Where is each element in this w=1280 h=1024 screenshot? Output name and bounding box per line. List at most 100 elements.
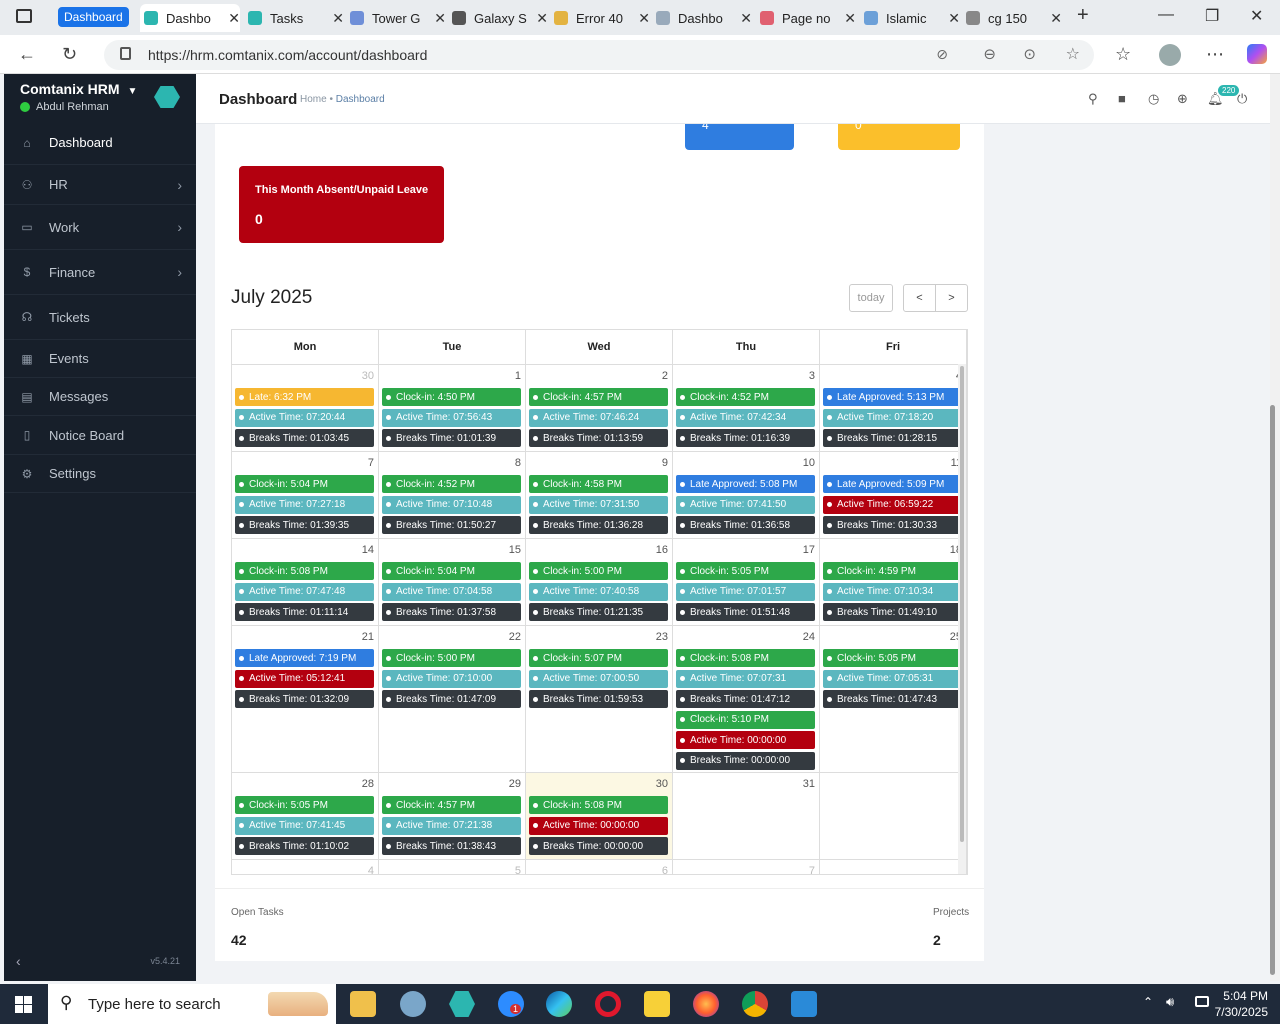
calendar-event-clock[interactable]: Clock-in: 5:08 PM [676,649,815,667]
calendar-event-red[interactable]: Active Time: 05:12:41 [235,669,374,688]
calendar-event-red[interactable]: Active Time: 06:59:22 [823,495,962,514]
calendar-event-active[interactable]: Active Time: 07:20:44 [235,408,374,427]
calendar-day-cell[interactable]: 30 Late: 6:32 PM Active Time: 07:20:44 Brea… [232,365,379,452]
paint-icon[interactable] [400,991,426,1017]
tab-0[interactable]: Dashbo ✕ [140,4,240,32]
calendar-event-active[interactable]: Active Time: 07:01:57 [676,582,815,601]
calendar-event-approved[interactable]: Late Approved: 7:19 PM [235,649,374,667]
zoom-icon[interactable]: ⊖ [983,45,996,63]
search-icon[interactable]: ⚲ [1088,91,1098,107]
calendar-scroll-thumb[interactable] [960,366,964,842]
favorites-icon[interactable]: ☆ [1115,44,1131,65]
calendar-day-cell[interactable]: 5 [379,860,526,874]
tab-close-icon[interactable]: ✕ [536,10,548,27]
calendar-event-break[interactable]: Breaks Time: 01:28:15 [823,429,962,447]
calendar-day-cell[interactable]: 25 Clock-in: 5:05 PM Active Time: 07:05:31… [820,626,967,773]
calendar-day-cell[interactable]: 2 Clock-in: 4:57 PM Active Time: 07:46:24 B… [526,365,673,452]
hrm-app-icon[interactable] [449,991,475,1017]
tab-close-icon[interactable]: ✕ [332,10,344,27]
collapse-sidebar-icon[interactable]: ‹ [16,953,21,969]
sidebar-item-settings[interactable]: ⚙ Settings [4,455,196,493]
calendar-event-break[interactable]: Breaks Time: 00:00:00 [529,837,668,855]
calendar-day-cell[interactable]: 21 Late Approved: 7:19 PM Active Time: 05:… [232,626,379,773]
tab-1[interactable]: Tasks ✕ [244,4,344,32]
tracking-icon[interactable]: ⊘ [936,46,948,63]
calendar-event-break[interactable]: Breaks Time: 01:50:27 [382,516,521,534]
calendar-event-clock[interactable]: Clock-in: 4:50 PM [382,388,521,406]
calendar-event-break[interactable]: Breaks Time: 00:00:00 [676,751,815,770]
sidebar-header[interactable]: Comtanix HRM ▼ Abdul Rehman [4,74,196,121]
calendar-event-break[interactable]: Breaks Time: 01:38:43 [382,837,521,855]
add-circle-icon[interactable]: ⊕ [1177,91,1188,107]
windows-start-icon[interactable] [15,996,32,1013]
calendar-event-active[interactable]: Active Time: 07:47:48 [235,582,374,601]
calendar-event-red[interactable]: Active Time: 00:00:00 [529,816,668,835]
tab-close-icon[interactable]: ✕ [434,10,446,27]
calendar-event-break[interactable]: Breaks Time: 01:10:02 [235,837,374,855]
calendar-event-active[interactable]: Active Time: 07:07:31 [676,669,815,688]
calendar-day-cell[interactable]: 6 [526,860,673,874]
calendar-event-clock[interactable]: Clock-in: 5:08 PM [235,562,374,580]
breadcrumb-home[interactable]: Home [300,94,327,105]
calendar-event-break[interactable]: Breaks Time: 01:37:58 [382,603,521,621]
tab-7[interactable]: Islamic ✕ [860,4,960,32]
calendar-event-break[interactable]: Breaks Time: 01:49:10 [823,603,962,621]
calendar-event-clock[interactable]: Clock-in: 4:57 PM [382,796,521,814]
close-window-button[interactable]: ✕ [1250,6,1263,26]
tab-3[interactable]: Galaxy S ✕ [448,4,548,32]
calendar-event-late[interactable]: Late: 6:32 PM [235,388,374,406]
calendar-day-cell[interactable]: 14 Clock-in: 5:08 PM Active Time: 07:47:48… [232,539,379,626]
calendar-event-clock[interactable]: Clock-in: 5:05 PM [823,649,962,667]
sidebar-item-notice-board[interactable]: ▯ Notice Board [4,416,196,455]
prev-month-button[interactable]: < [903,284,936,312]
calendar-day-cell[interactable]: 17 Clock-in: 5:05 PM Active Time: 07:01:57… [673,539,820,626]
calendar-day-cell[interactable]: 4 [232,860,379,874]
calendar-event-clock[interactable]: Clock-in: 4:52 PM [382,475,521,493]
opera-icon[interactable] [595,991,621,1017]
tab-close-icon[interactable]: ✕ [1050,10,1062,27]
back-icon[interactable]: ← [18,44,36,65]
calendar-day-cell[interactable]: 7 [673,860,820,874]
calendar-event-red[interactable]: Active Time: 00:00:00 [676,731,815,749]
calendar-event-active[interactable]: Active Time: 07:00:50 [529,669,668,688]
calendar-event-active[interactable]: Active Time: 07:41:50 [676,495,815,514]
calendar-event-approved[interactable]: Late Approved: 5:09 PM [823,475,962,493]
calendar-event-break[interactable]: Breaks Time: 01:13:59 [529,429,668,447]
window-menu-icon[interactable] [16,9,32,23]
clock-icon[interactable]: ◷ [1148,91,1159,107]
firefox-icon[interactable] [693,991,719,1017]
calendar-event-clock[interactable]: Clock-in: 5:00 PM [529,562,668,580]
calendar-event-clock[interactable]: Clock-in: 5:07 PM [529,649,668,667]
page-scroll-thumb[interactable] [1270,405,1275,975]
calendar-event-active[interactable]: Active Time: 07:10:34 [823,582,962,601]
calendar-day-cell[interactable]: 15 Clock-in: 5:04 PM Active Time: 07:04:58… [379,539,526,626]
calendar-event-active[interactable]: Active Time: 07:10:00 [382,669,521,688]
calendar-event-break[interactable]: Breaks Time: 01:16:39 [676,429,815,447]
calendar-event-break[interactable]: Breaks Time: 01:47:12 [676,690,815,708]
sidebar-item-work[interactable]: ▭ Work › [4,205,196,250]
sidebar-item-dashboard[interactable]: ⌂ Dashboard [4,121,196,165]
calendar-event-break[interactable]: Breaks Time: 01:59:53 [529,690,668,708]
copilot-icon[interactable] [1247,44,1267,64]
calendar-event-break[interactable]: Breaks Time: 01:51:48 [676,603,815,621]
taskbar-search-input[interactable]: ⚲ Type here to search [48,984,336,1024]
calendar-event-active[interactable]: Active Time: 07:41:45 [235,816,374,835]
calendar-event-active[interactable]: Active Time: 07:46:24 [529,408,668,427]
calendar-event-active[interactable]: Active Time: 07:31:50 [529,495,668,514]
taskbar-clock[interactable]: 5:04 PM 7/30/2025 [1215,988,1268,1020]
calendar-event-break[interactable]: Breaks Time: 01:11:14 [235,603,374,621]
calendar-day-cell[interactable]: 31 [673,773,820,860]
calendar-event-clock[interactable]: Clock-in: 5:04 PM [382,562,521,580]
tab-close-icon[interactable]: ✕ [948,10,960,27]
calendar-event-active[interactable]: Active Time: 07:05:31 [823,669,962,688]
tab-4[interactable]: Error 40 ✕ [550,4,650,32]
edge-icon[interactable] [546,991,572,1017]
calendar-day-cell[interactable]: 28 Clock-in: 5:05 PM Active Time: 07:41:45… [232,773,379,860]
sidebar-item-tickets[interactable]: ☊ Tickets [4,295,196,340]
tab-close-icon[interactable]: ✕ [844,10,856,27]
calendar-event-break[interactable]: Breaks Time: 01:21:35 [529,603,668,621]
calendar-event-active[interactable]: Active Time: 07:10:48 [382,495,521,514]
calendar-event-clock[interactable]: Clock-in: 5:10 PM [676,710,815,729]
system-tray-chevron-icon[interactable]: ⌃ [1143,995,1153,1009]
calendar-event-clock[interactable]: Clock-in: 5:05 PM [676,562,815,580]
